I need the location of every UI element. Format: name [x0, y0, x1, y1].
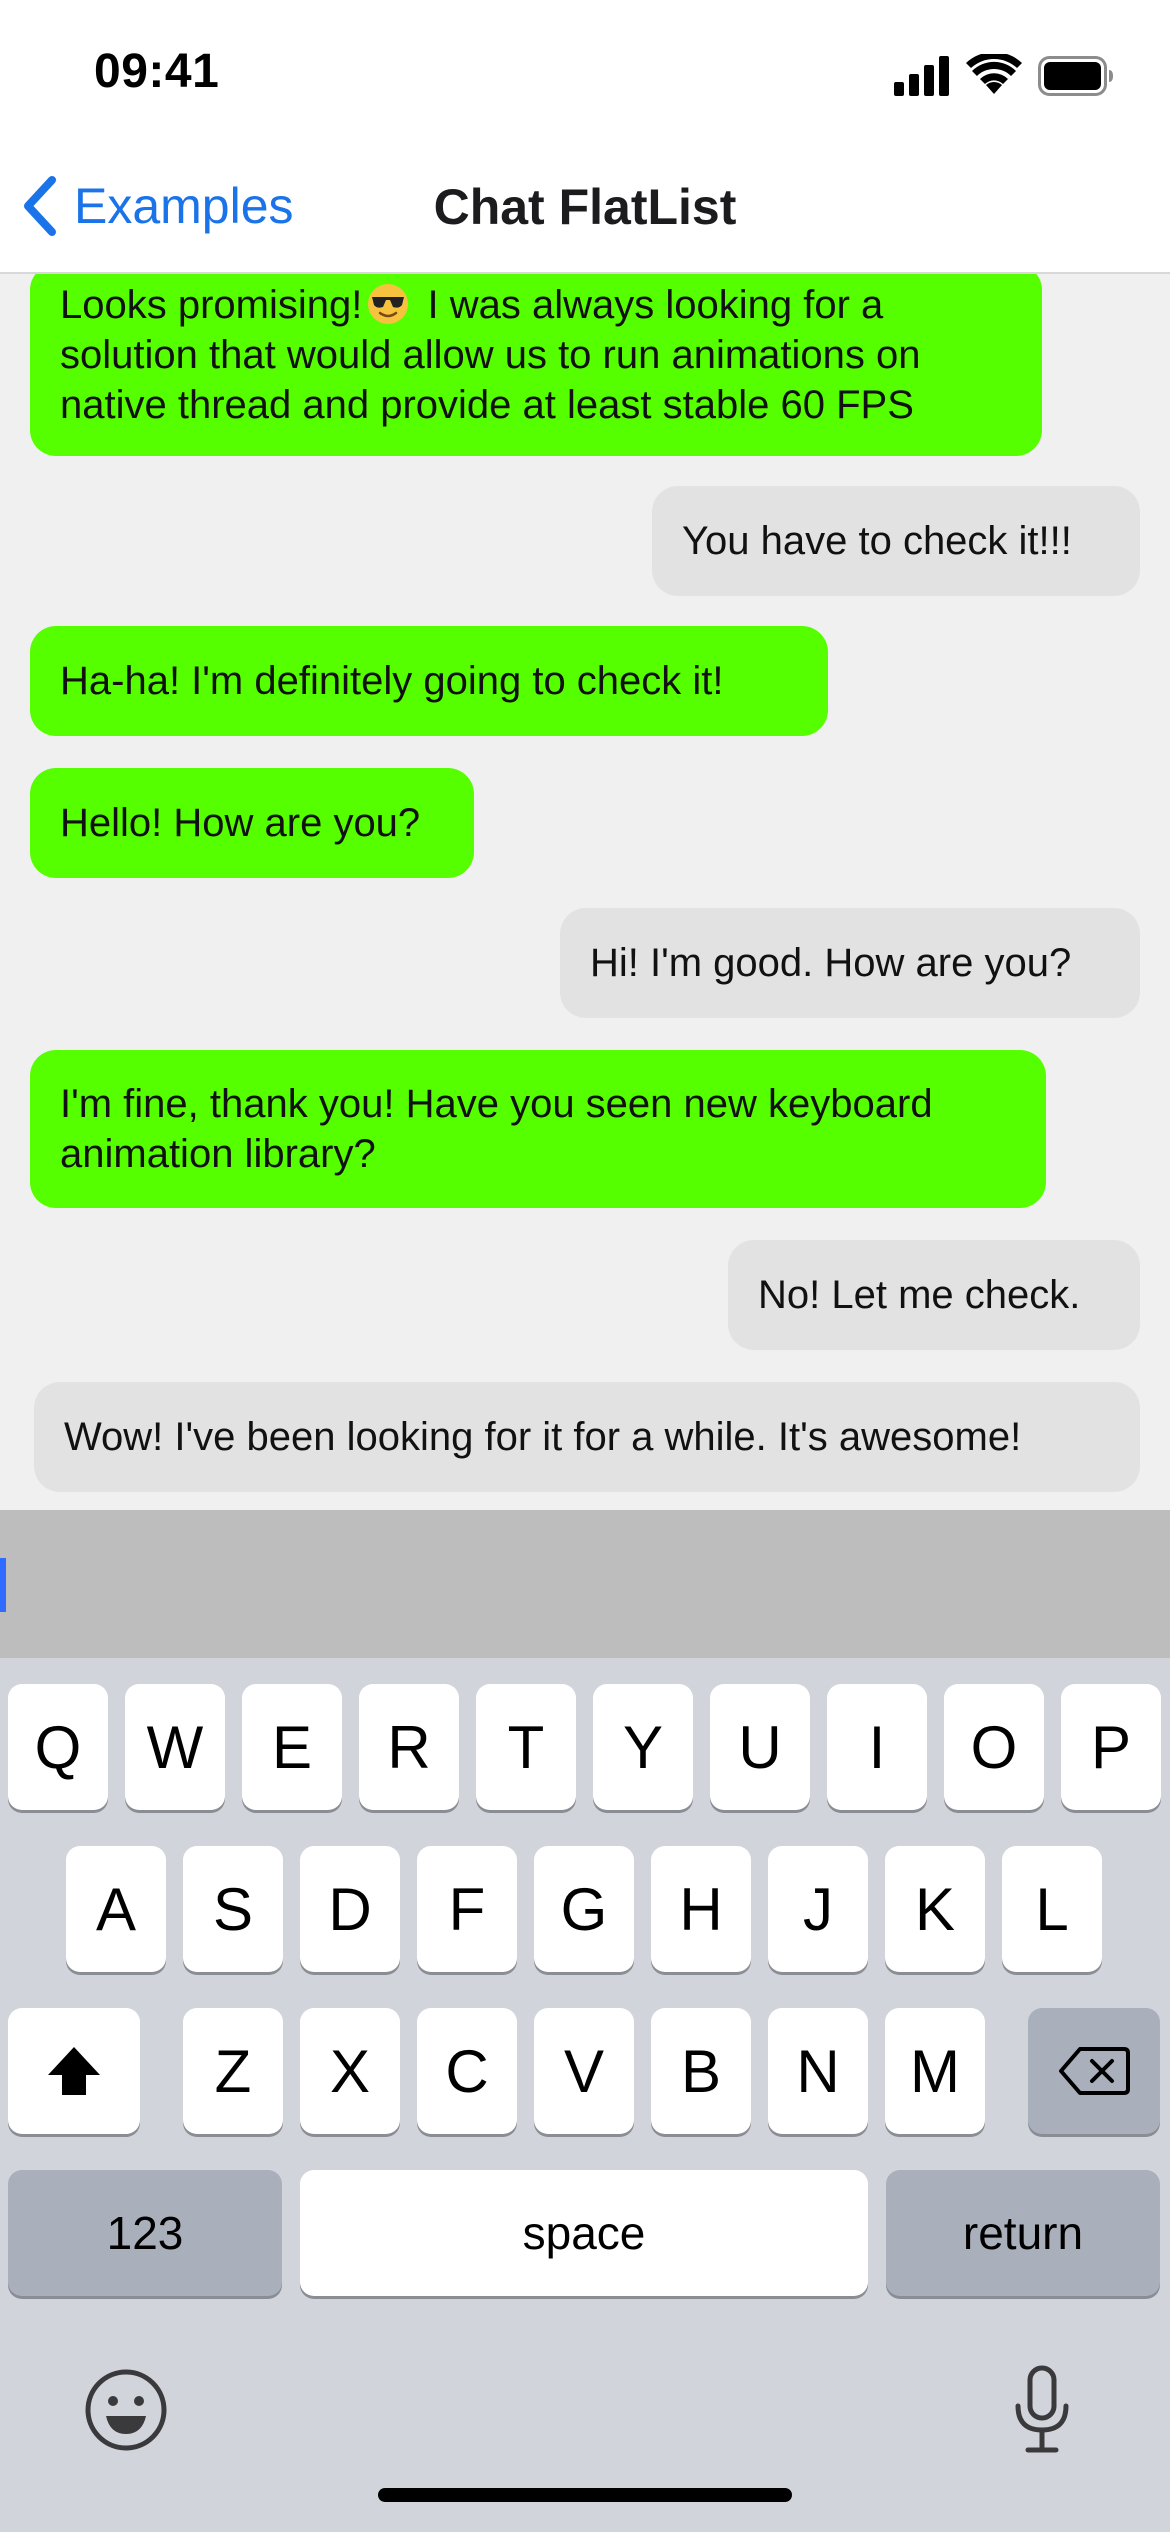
back-button[interactable]: Examples: [20, 174, 294, 238]
status-icons: [894, 52, 1114, 96]
message-bubble-received: You have to check it!!!: [652, 486, 1140, 596]
message-text: No! Let me check.: [758, 1273, 1081, 1317]
microphone-icon[interactable]: [1010, 2364, 1074, 2456]
key-z[interactable]: Z: [183, 2008, 283, 2134]
status-time: 09:41: [94, 45, 220, 98]
message-bubble-received: Hi! I'm good. How are you?: [560, 908, 1140, 1018]
message-input[interactable]: [0, 1510, 1170, 1658]
navigation-bar: Examples Chat FlatList: [0, 140, 1170, 274]
home-indicator: [378, 2488, 792, 2502]
message-text: I'm fine, thank you! Have you seen new k…: [60, 1082, 933, 1176]
shift-key[interactable]: [8, 2008, 140, 2134]
message-text: Hello! How are you?: [60, 801, 421, 845]
message-text: Wow! I've been looking for it for a whil…: [64, 1415, 1022, 1459]
back-button-label: Examples: [74, 178, 294, 234]
key-o[interactable]: O: [944, 1684, 1044, 1810]
key-t[interactable]: T: [476, 1684, 576, 1810]
chevron-left-icon: [24, 176, 56, 236]
key-n[interactable]: N: [768, 2008, 868, 2134]
message-bubble-received: Wow! I've been looking for it for a whil…: [34, 1382, 1140, 1492]
key-x[interactable]: X: [300, 2008, 400, 2134]
key-h[interactable]: H: [651, 1846, 751, 1972]
numbers-key[interactable]: 123: [8, 2170, 282, 2296]
message-text: You have to check it!!!: [682, 519, 1072, 563]
key-b[interactable]: B: [651, 2008, 751, 2134]
return-key[interactable]: return: [886, 2170, 1160, 2296]
key-j[interactable]: J: [768, 1846, 868, 1972]
key-v[interactable]: V: [534, 2008, 634, 2134]
chat-list[interactable]: Looks promising! I was always looking fo…: [0, 274, 1170, 1510]
key-e[interactable]: E: [242, 1684, 342, 1810]
message-bubble-received: No! Let me check.: [728, 1240, 1140, 1350]
keyboard: Q W E R T Y U I O P A S D F G H J K L Z …: [0, 1658, 1170, 2532]
key-d[interactable]: D: [300, 1846, 400, 1972]
key-c[interactable]: C: [417, 2008, 517, 2134]
key-u[interactable]: U: [710, 1684, 810, 1810]
key-s[interactable]: S: [183, 1846, 283, 1972]
key-i[interactable]: I: [827, 1684, 927, 1810]
emoji-icon[interactable]: [84, 2368, 168, 2452]
key-f[interactable]: F: [417, 1846, 517, 1972]
key-m[interactable]: M: [885, 2008, 985, 2134]
key-w[interactable]: W: [125, 1684, 225, 1810]
cellular-signal-icon: [894, 56, 949, 96]
shift-icon: [48, 2047, 100, 2095]
space-key[interactable]: space: [300, 2170, 868, 2296]
status-bar: 09:41: [0, 0, 1170, 140]
message-text: Hi! I'm good. How are you?: [590, 941, 1072, 985]
message-text: Ha-ha! I'm definitely going to check it!: [60, 659, 724, 703]
key-r[interactable]: R: [359, 1684, 459, 1810]
key-g[interactable]: G: [534, 1846, 634, 1972]
message-bubble-sent: Ha-ha! I'm definitely going to check it!: [30, 626, 828, 736]
key-y[interactable]: Y: [593, 1684, 693, 1810]
text-caret: [0, 1558, 6, 1612]
backspace-icon: [1059, 2047, 1130, 2095]
key-p[interactable]: P: [1061, 1684, 1161, 1810]
message-bubble-sent: Looks promising! I was always looking fo…: [30, 274, 1042, 456]
wifi-icon: [966, 54, 1022, 94]
message-text: Looks promising! I was always looking fo…: [60, 283, 921, 427]
key-q[interactable]: Q: [8, 1684, 108, 1810]
sunglasses-emoji-icon: [368, 284, 409, 324]
key-l[interactable]: L: [1002, 1846, 1102, 1972]
message-bubble-sent: I'm fine, thank you! Have you seen new k…: [30, 1050, 1046, 1208]
key-a[interactable]: A: [66, 1846, 166, 1972]
battery-icon: [1038, 56, 1113, 96]
backspace-key[interactable]: [1028, 2008, 1160, 2134]
message-bubble-sent: Hello! How are you?: [30, 768, 474, 878]
key-k[interactable]: K: [885, 1846, 985, 1972]
